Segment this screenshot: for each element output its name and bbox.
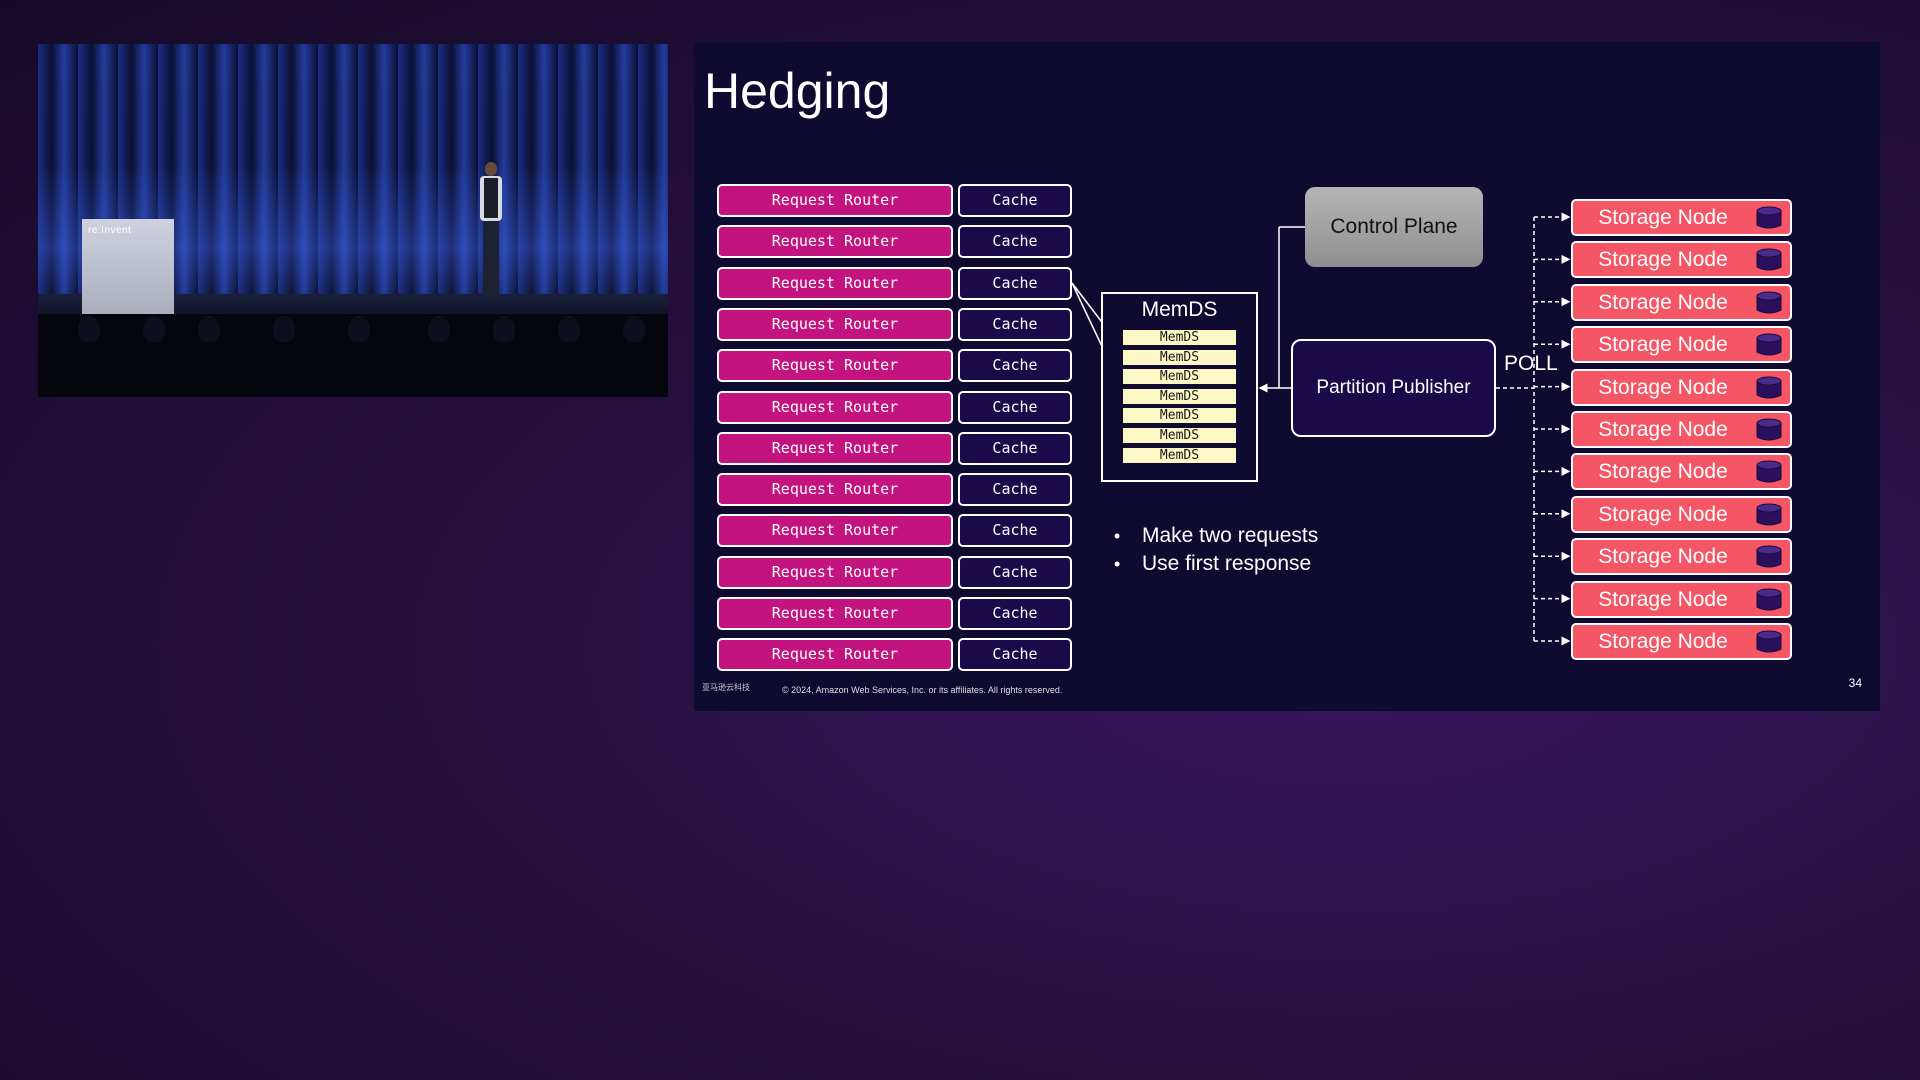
storage-node-label: Storage Node bbox=[1598, 206, 1728, 229]
cache-box: Cache bbox=[958, 597, 1072, 630]
cache-box: Cache bbox=[958, 555, 1072, 589]
request-router-box: Request Router bbox=[717, 473, 953, 507]
storage-node-box: Storage Node bbox=[1571, 538, 1792, 576]
podium: re:Invent bbox=[82, 219, 174, 319]
memds-node: MemDS bbox=[1123, 388, 1236, 404]
partition-publisher-box: Partition Publisher bbox=[1291, 339, 1496, 437]
storage-node-box: Storage Node bbox=[1571, 368, 1792, 406]
cache-box: Cache bbox=[958, 184, 1072, 217]
database-icon bbox=[1756, 588, 1782, 611]
storage-node-box: Storage Node bbox=[1571, 241, 1792, 279]
slide: Hedging Request Router Cache Request Route… bbox=[694, 42, 1880, 711]
memds-node: MemDS bbox=[1123, 330, 1236, 345]
presenter bbox=[480, 162, 502, 297]
storage-node-label: Storage Node bbox=[1598, 248, 1728, 272]
footer-logo: 亚马逊云科技 bbox=[702, 683, 750, 692]
storage-node-label: Storage Node bbox=[1598, 460, 1728, 484]
database-icon bbox=[1756, 376, 1782, 399]
request-router-box: Request Router bbox=[717, 431, 953, 465]
storage-node-label: Storage Node bbox=[1598, 502, 1728, 526]
database-icon bbox=[1756, 460, 1782, 483]
database-icon bbox=[1756, 503, 1782, 526]
cache-box: Cache bbox=[958, 473, 1072, 507]
storage-node-label: Storage Node bbox=[1598, 418, 1728, 441]
storage-node-box: Storage Node bbox=[1571, 623, 1792, 660]
copyright-text: © 2024, Amazon Web Services, Inc. or its… bbox=[782, 685, 1063, 695]
database-icon bbox=[1756, 206, 1782, 229]
database-icon bbox=[1756, 630, 1782, 653]
storage-node-box: Storage Node bbox=[1571, 453, 1792, 491]
request-router-box: Request Router bbox=[717, 225, 953, 259]
cache-box: Cache bbox=[958, 638, 1072, 672]
memds-node: MemDS bbox=[1123, 408, 1236, 424]
request-router-box: Request Router bbox=[717, 266, 953, 300]
poll-label: POLL bbox=[1504, 352, 1558, 375]
storage-node-label: Storage Node bbox=[1598, 630, 1728, 653]
storage-node-label: Storage Node bbox=[1598, 333, 1728, 357]
storage-node-box: Storage Node bbox=[1571, 411, 1792, 448]
memds-title: MemDS bbox=[1141, 298, 1218, 321]
memds-node: MemDS bbox=[1123, 369, 1236, 385]
audience bbox=[38, 314, 668, 397]
storage-node-box: Storage Node bbox=[1571, 580, 1792, 618]
storage-node-label: Storage Node bbox=[1598, 290, 1728, 314]
storage-node-label: Storage Node bbox=[1598, 587, 1728, 611]
memds-node: MemDS bbox=[1123, 349, 1236, 365]
bullet-item: Use first response bbox=[1114, 550, 1318, 578]
cache-box: Cache bbox=[958, 514, 1072, 548]
request-router-box: Request Router bbox=[717, 638, 953, 672]
memds-node: MemDS bbox=[1123, 428, 1236, 443]
database-icon bbox=[1756, 545, 1782, 568]
storage-node-box: Storage Node bbox=[1571, 283, 1792, 321]
memds-cluster: MemDS MemDS MemDS MemDS MemDS MemDS MemDS MemD… bbox=[1101, 292, 1258, 482]
request-router-box: Request Router bbox=[717, 349, 953, 383]
cache-box: Cache bbox=[958, 349, 1072, 383]
request-router-box: Request Router bbox=[717, 390, 953, 424]
request-router-box: Request Router bbox=[717, 555, 953, 589]
control-plane-box: Control Plane bbox=[1305, 187, 1483, 267]
request-router-box: Request Router bbox=[717, 597, 953, 630]
request-router-box: Request Router bbox=[717, 184, 953, 217]
storage-node-box: Storage Node bbox=[1571, 199, 1792, 236]
storage-node-label: Storage Node bbox=[1598, 375, 1728, 399]
database-icon bbox=[1756, 333, 1782, 356]
bullet-list: Make two requests Use first response bbox=[1114, 522, 1318, 578]
database-icon bbox=[1756, 418, 1782, 441]
bullet-item: Make two requests bbox=[1114, 522, 1318, 550]
cache-box: Cache bbox=[958, 431, 1072, 465]
presenter-video[interactable]: re:Invent bbox=[38, 44, 668, 397]
storage-node-label: Storage Node bbox=[1598, 545, 1728, 569]
database-icon bbox=[1756, 248, 1782, 271]
cache-box: Cache bbox=[958, 225, 1072, 259]
page-number: 34 bbox=[1848, 676, 1862, 690]
podium-logo: re:Invent bbox=[88, 225, 132, 236]
memds-node: MemDS bbox=[1123, 447, 1236, 463]
request-router-box: Request Router bbox=[717, 307, 953, 341]
cache-box: Cache bbox=[958, 307, 1072, 341]
storage-node-box: Storage Node bbox=[1571, 495, 1792, 533]
database-icon bbox=[1756, 291, 1782, 314]
storage-node-box: Storage Node bbox=[1571, 326, 1792, 364]
request-router-box: Request Router bbox=[717, 514, 953, 548]
cache-box: Cache bbox=[958, 390, 1072, 424]
cache-box: Cache bbox=[958, 266, 1072, 300]
